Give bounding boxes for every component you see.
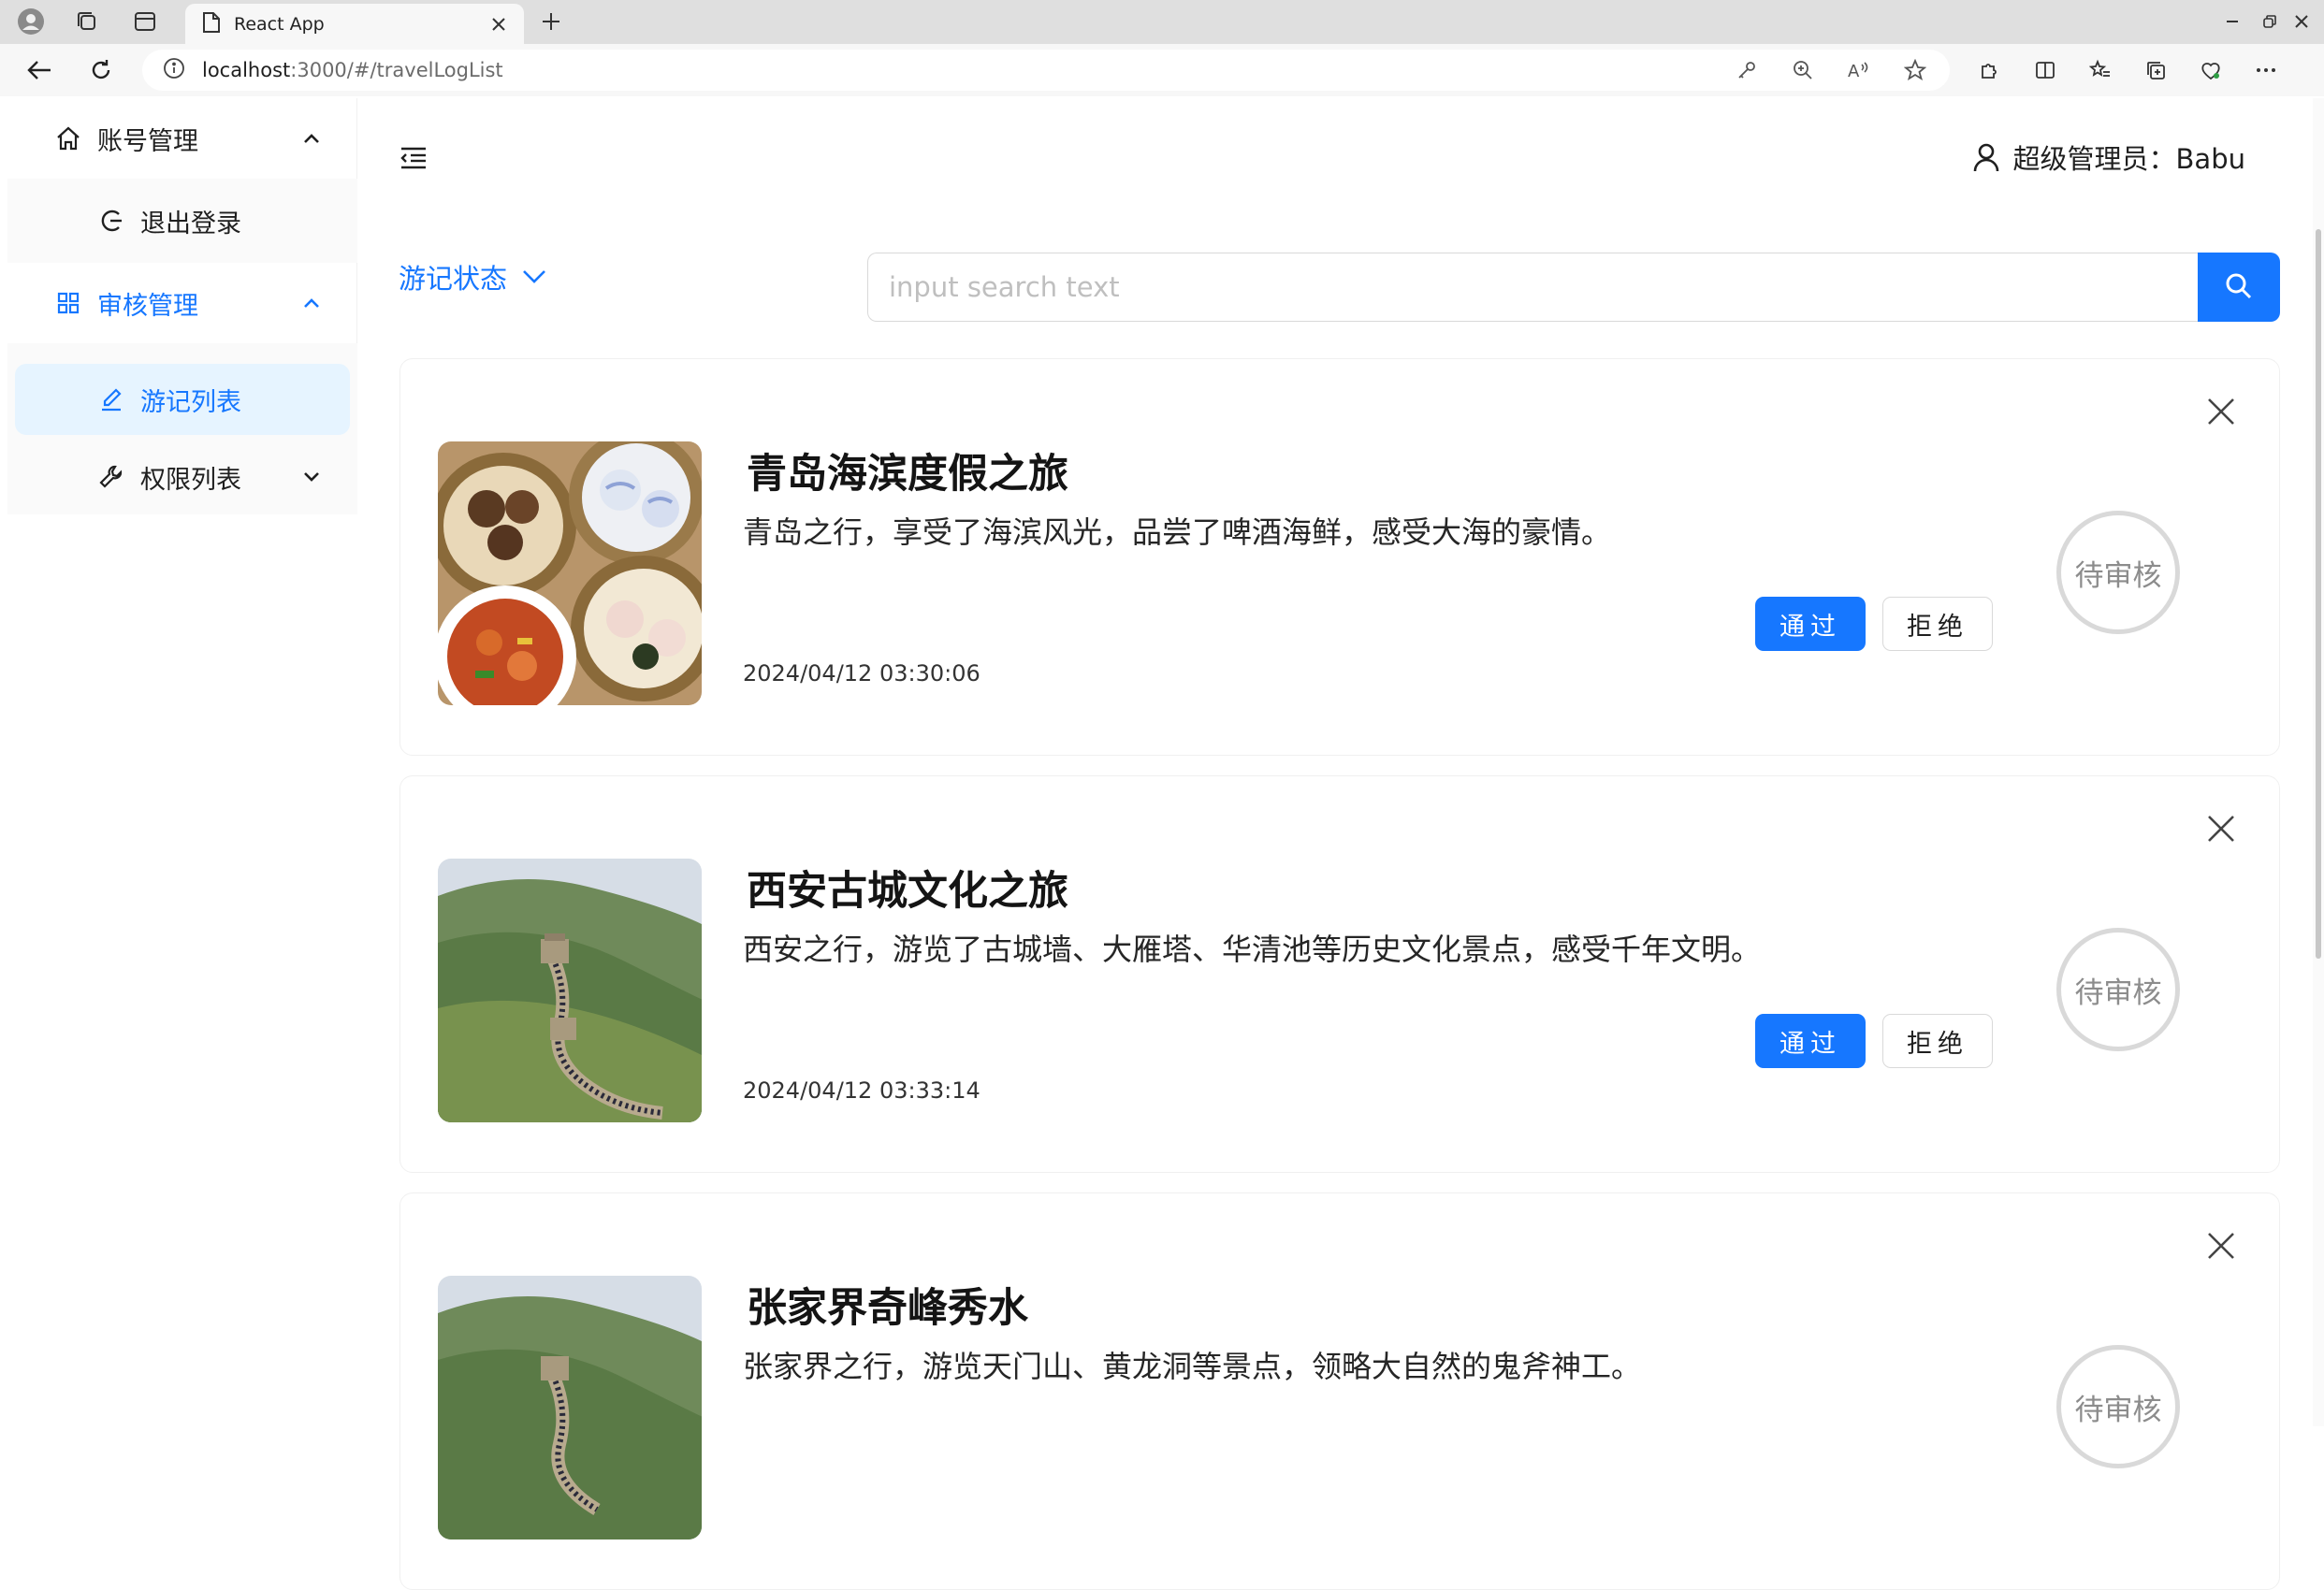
search-bar <box>867 253 2280 322</box>
tab-title: React App <box>234 13 325 35</box>
url-text: localhost:3000/#/travelLogList <box>202 59 503 81</box>
chevron-up-icon <box>299 126 324 151</box>
browser-essentials-icon[interactable] <box>2193 56 2229 84</box>
page-scrollbar[interactable] <box>2313 98 2324 1426</box>
favorites-icon[interactable] <box>2083 56 2118 84</box>
chevron-up-icon <box>299 291 324 315</box>
menu-item-travel-log-list[interactable]: 游记列表 <box>7 359 357 440</box>
menu-group-label: 账号管理 <box>97 126 198 156</box>
log-description: 青岛之行，享受了海滨风光，品尝了啤酒海鲜，感受大海的豪情。 <box>743 514 1612 550</box>
travel-log-card: 张家界奇峰秀水 张家界之行，游览天门山、黄龙洞等景点，领略大自然的鬼斧神工。 待… <box>399 1192 2280 1590</box>
search-icon <box>2224 271 2254 304</box>
log-title: 张家界奇峰秀水 <box>747 1285 1028 1332</box>
tool-icon <box>97 463 125 491</box>
svg-text:A: A <box>1848 62 1860 81</box>
key-icon[interactable] <box>1729 56 1765 84</box>
status-stamp: 待审核 <box>2056 1345 2180 1468</box>
more-icon[interactable] <box>2248 56 2284 84</box>
status-filter-dropdown[interactable]: 游记状态 <box>399 257 548 296</box>
menu-item-label: 权限列表 <box>140 465 241 495</box>
user-info[interactable]: 超级管理员：Babu <box>1970 137 2245 177</box>
reject-button[interactable]: 拒绝 <box>1882 1014 1993 1068</box>
browser-tab-bar: React App <box>0 0 2324 44</box>
close-icon[interactable] <box>2201 808 2242 849</box>
status-stamp: 待审核 <box>2056 928 2180 1051</box>
log-date: 2024/04/12 03:30:06 <box>743 660 980 687</box>
appstore-icon <box>54 289 82 317</box>
tab-actions-icon[interactable] <box>129 7 161 36</box>
status-filter-label: 游记状态 <box>399 263 508 295</box>
log-title: 青岛海滨度假之旅 <box>747 451 1068 498</box>
search-button[interactable] <box>2198 253 2280 322</box>
menu-fold-icon[interactable] <box>395 139 432 177</box>
page: 账号管理 退出登录 审核管理 游记列表 权限列表 超级管理员：Babu 游记状态… <box>7 98 2313 1590</box>
menu-item-label: 游记列表 <box>140 387 241 417</box>
great-wall-photo <box>438 1276 702 1539</box>
edit-icon <box>97 385 125 413</box>
user-label: 超级管理员：Babu <box>2012 143 2245 175</box>
approve-button[interactable]: 通过 <box>1755 1014 1866 1068</box>
browser-address-bar: localhost:3000/#/travelLogList A <box>0 44 2324 96</box>
zoom-icon[interactable] <box>1785 56 1821 84</box>
menu-item-label: 退出登录 <box>140 209 241 238</box>
close-tab-icon[interactable] <box>485 10 513 38</box>
user-icon <box>1970 141 2002 173</box>
reload-icon[interactable] <box>82 53 120 87</box>
travel-log-card: 西安古城文化之旅 西安之行，游览了古城墙、大雁塔、华清池等历史文化景点，感受千年… <box>399 775 2280 1173</box>
scrollbar-thumb[interactable] <box>2316 229 2321 959</box>
chevron-down-icon <box>520 263 548 291</box>
favorite-icon[interactable] <box>1897 56 1933 84</box>
browser-tab[interactable]: React App <box>185 4 524 44</box>
back-icon[interactable] <box>21 53 58 87</box>
profile-icon[interactable] <box>15 7 47 36</box>
log-date: 2024/04/12 03:33:14 <box>743 1077 980 1104</box>
log-description: 西安之行，游览了古城墙、大雁塔、华清池等历史文化景点，感受千年文明。 <box>743 932 1762 967</box>
close-icon[interactable] <box>2201 1225 2242 1266</box>
menu-group-label: 审核管理 <box>97 291 198 321</box>
menu-item-permission-list[interactable]: 权限列表 <box>7 437 357 517</box>
travel-log-card: 青岛海滨度假之旅 青岛之行，享受了海滨风光，品尝了啤酒海鲜，感受大海的豪情。 2… <box>399 358 2280 756</box>
reject-button[interactable]: 拒绝 <box>1882 597 1993 651</box>
chevron-down-icon <box>299 465 324 489</box>
menu-group-review[interactable]: 审核管理 <box>7 263 357 343</box>
log-description: 张家界之行，游览天门山、黄龙洞等景点，领略大自然的鬼斧神工。 <box>743 1349 1642 1384</box>
dim-sum-photo <box>438 441 702 705</box>
new-tab-icon[interactable] <box>535 7 567 36</box>
log-title: 西安古城文化之旅 <box>747 868 1068 915</box>
close-window-icon[interactable] <box>2279 6 2324 37</box>
status-stamp: 待审核 <box>2056 511 2180 634</box>
read-aloud-icon[interactable]: A <box>1841 56 1877 84</box>
great-wall-photo <box>438 859 702 1122</box>
approve-button[interactable]: 通过 <box>1755 597 1866 651</box>
close-icon[interactable] <box>2201 391 2242 432</box>
menu-item-logout[interactable]: 退出登录 <box>7 181 357 261</box>
menu-group-account[interactable]: 账号管理 <box>7 98 357 179</box>
submenu-review: 游记列表 权限列表 <box>7 343 357 514</box>
search-input[interactable] <box>867 253 2198 322</box>
sidebar: 账号管理 退出登录 审核管理 游记列表 权限列表 <box>7 98 357 514</box>
split-screen-icon[interactable] <box>2027 56 2063 84</box>
submenu-account: 退出登录 <box>7 179 357 263</box>
extensions-icon[interactable] <box>1972 56 2008 84</box>
site-info-icon[interactable] <box>163 57 185 83</box>
logout-icon <box>97 207 125 235</box>
home-icon <box>54 124 82 152</box>
workspaces-icon[interactable] <box>71 7 103 36</box>
collections-icon[interactable] <box>2138 56 2173 84</box>
url-bar[interactable]: localhost:3000/#/travelLogList A <box>142 50 1950 91</box>
page-icon <box>202 11 221 37</box>
